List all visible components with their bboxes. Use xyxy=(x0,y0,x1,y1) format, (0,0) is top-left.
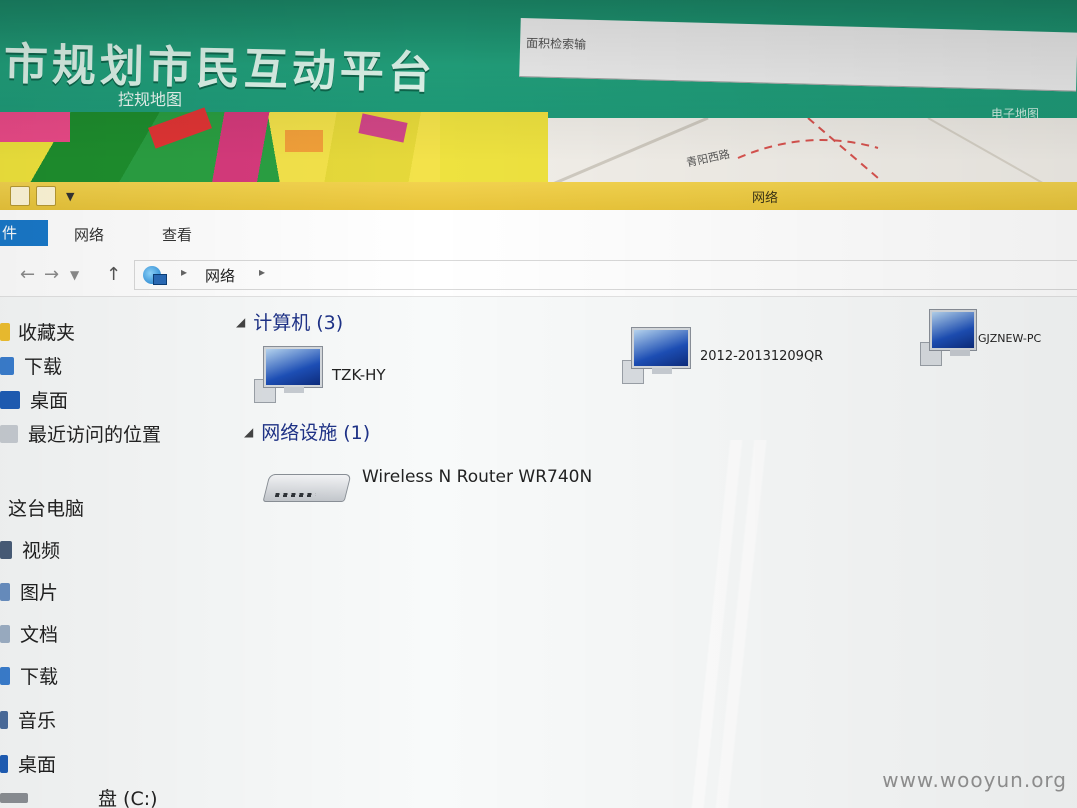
nav-item-label: 音乐 xyxy=(18,710,57,732)
download-icon xyxy=(0,666,10,685)
video-icon xyxy=(0,540,12,559)
computer-item-gjznew[interactable]: GJZNEW-PC xyxy=(918,310,1041,366)
tab-network[interactable]: 网络 xyxy=(74,224,104,245)
desktop-icon xyxy=(0,390,20,409)
background-nav-map[interactable]: 控规地图 xyxy=(118,86,182,110)
background-web-page: 市规划市民互动平台 控规地图 电子地图 面积检索输 青阳西路 xyxy=(0,0,1077,185)
back-arrow-icon[interactable]: ← xyxy=(20,264,35,285)
background-zoning-map[interactable] xyxy=(0,107,548,185)
title-bar[interactable]: ▼ 网络 xyxy=(0,182,1077,211)
nav-this-pc[interactable]: 这台电脑 xyxy=(0,494,84,521)
map-zone-pink xyxy=(0,112,70,142)
nav-recent-places[interactable]: 最近访问的位置 xyxy=(0,420,161,447)
breadcrumb-chevron-icon[interactable]: ▸ xyxy=(259,265,265,279)
tab-file[interactable]: 件 xyxy=(0,220,48,246)
group-computers-title: 计算机 (3) xyxy=(253,312,344,334)
map-zone-magenta xyxy=(358,113,408,143)
nav-downloads[interactable]: 下载 xyxy=(0,662,58,689)
nav-pictures[interactable]: 图片 xyxy=(0,578,58,605)
router-item-wr740n[interactable]: Wireless N Router WR740N xyxy=(262,467,592,502)
computer-name: 2012-20131209QR xyxy=(700,348,824,364)
background-site-title: 市规划市民互动平台 xyxy=(3,39,437,100)
computer-name: GJZNEW-PC xyxy=(978,331,1042,345)
breadcrumb-network[interactable]: 网络 xyxy=(205,265,235,286)
navigation-pane: 收藏夹 下载 桌面 最近访问的位置 这台电脑 视频 图片 文档 下载 音乐 桌面… xyxy=(0,296,230,808)
watermark: www.wooyun.org xyxy=(882,768,1067,792)
nav-videos[interactable]: 视频 xyxy=(0,536,60,563)
document-icon xyxy=(0,624,10,643)
device-name: Wireless N Router WR740N xyxy=(362,467,593,487)
breadcrumb-separator-icon[interactable]: ▸ xyxy=(181,265,187,279)
forward-arrow-icon[interactable]: → xyxy=(44,264,59,285)
music-icon xyxy=(0,710,8,729)
map-zone-orange xyxy=(285,130,323,152)
background-street-map[interactable] xyxy=(547,116,1077,185)
nav-this-pc-label: 这台电脑 xyxy=(8,498,85,520)
computer-icon xyxy=(918,310,976,366)
nav-item-label: 最近访问的位置 xyxy=(28,424,162,446)
navigation-bar: ← → ▼ ↑ ▸ 网络 ▸ xyxy=(0,252,1077,297)
background-search-hint: 面积检索输 xyxy=(525,36,587,52)
recent-locations-icon[interactable]: ▼ xyxy=(70,268,79,282)
nav-item-label: 文档 xyxy=(20,624,59,646)
nav-item-label: 下载 xyxy=(24,356,63,378)
map-zone-yellow xyxy=(440,112,548,185)
ribbon-tabs: 件 网络 查看 xyxy=(0,210,1077,253)
collapse-caret-icon[interactable]: ◢ xyxy=(244,425,253,439)
nav-favorites-label: 收藏夹 xyxy=(18,322,76,344)
computer-icon xyxy=(252,347,322,403)
star-icon xyxy=(0,322,10,341)
nav-documents[interactable]: 文档 xyxy=(0,620,58,647)
nav-favorites[interactable]: 收藏夹 xyxy=(0,318,75,345)
tab-view[interactable]: 查看 xyxy=(162,224,192,245)
picture-icon xyxy=(0,582,10,601)
nav-item-label: 桌面 xyxy=(18,754,57,776)
group-infrastructure-title: 网络设施 (1) xyxy=(261,422,371,444)
recent-places-icon xyxy=(0,424,18,443)
street-map-lines xyxy=(547,116,1049,185)
computer-icon xyxy=(620,328,690,384)
nav-local-disk[interactable]: 盘 (C:) xyxy=(0,784,158,808)
nav-item-label: 桌面 xyxy=(30,390,69,412)
nav-drive-label: 盘 (C:) xyxy=(98,788,158,808)
group-computers[interactable]: ◢ 计算机 (3) xyxy=(236,308,343,335)
customize-toolbar-icon[interactable]: ▼ xyxy=(66,190,74,203)
nav-item-label: 视频 xyxy=(22,540,61,562)
desktop-icon xyxy=(0,754,8,773)
nav-item-label: 图片 xyxy=(20,582,59,604)
address-bar[interactable]: ▸ 网络 ▸ xyxy=(134,260,1077,290)
computer-item-tzk-hy[interactable]: TZK-HY xyxy=(252,347,386,403)
nav-item-label: 下载 xyxy=(20,666,59,688)
nav-downloads-fav[interactable]: 下载 xyxy=(0,352,62,379)
file-explorer-window: ▼ 网络 件 网络 查看 ← → ▼ ↑ ▸ 网络 ▸ 收藏夹 下载 桌面 最近… xyxy=(0,182,1077,808)
new-folder-icon[interactable] xyxy=(36,186,56,206)
properties-icon[interactable] xyxy=(10,186,30,206)
nav-desktop-fav[interactable]: 桌面 xyxy=(0,386,68,413)
nav-desktop[interactable]: 桌面 xyxy=(0,750,56,777)
network-icon xyxy=(143,266,167,285)
quick-access-toolbar: ▼ xyxy=(10,186,74,206)
nav-music[interactable]: 音乐 xyxy=(0,706,56,733)
group-network-infrastructure[interactable]: ◢ 网络设施 (1) xyxy=(244,418,370,445)
computer-item-2012[interactable]: 2012-20131209QR xyxy=(620,328,823,384)
router-icon xyxy=(262,474,352,502)
up-arrow-icon[interactable]: ↑ xyxy=(106,264,121,285)
window-title: 网络 xyxy=(752,191,779,206)
download-icon xyxy=(0,356,14,375)
drive-icon xyxy=(0,792,28,803)
collapse-caret-icon[interactable]: ◢ xyxy=(236,315,245,329)
map-zone-red xyxy=(148,107,212,149)
computer-name: TZK-HY xyxy=(332,366,386,384)
